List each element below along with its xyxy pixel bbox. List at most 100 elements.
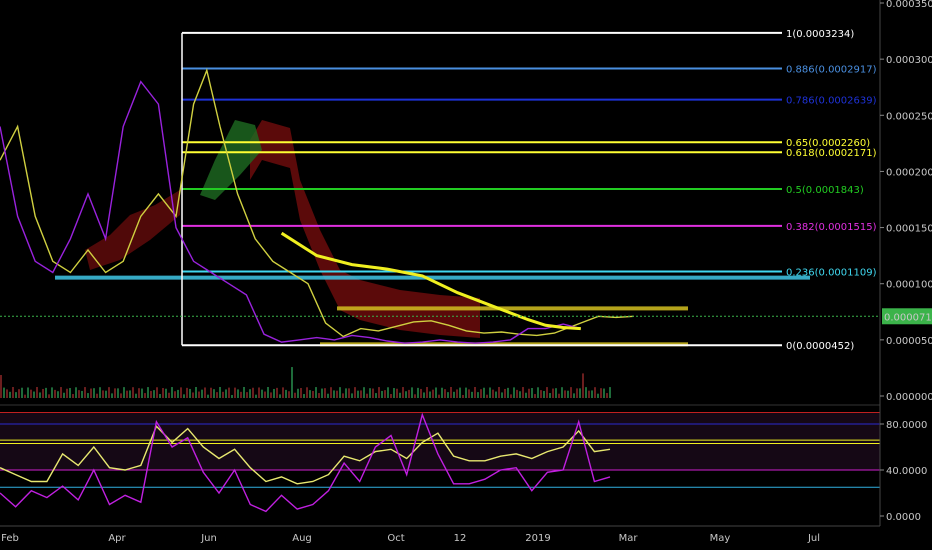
volume-bar: [297, 388, 299, 398]
volume-bar: [402, 387, 404, 398]
volume-bar: [597, 393, 599, 398]
volume-bar: [237, 389, 239, 398]
volume-bar: [309, 390, 311, 398]
volume-bar: [531, 388, 533, 398]
volume-bar: [15, 392, 17, 398]
volume-bar: [459, 387, 461, 398]
volume-bar: [228, 387, 230, 398]
volume-bar: [552, 388, 554, 398]
fib-label-2: 0.786(0.0002639): [786, 96, 877, 107]
volume-bar: [54, 389, 56, 398]
time-tick-label: 12: [454, 533, 467, 544]
volume-bar: [129, 390, 131, 398]
volume-bar: [285, 389, 287, 398]
volume-bar: [537, 387, 539, 398]
volume-bar: [315, 387, 317, 398]
volume-bar: [555, 388, 557, 398]
volume-bar: [312, 390, 314, 398]
volume-bar: [90, 388, 92, 398]
volume-bar: [6, 389, 8, 398]
volume-bar: [453, 391, 455, 398]
volume-bar: [267, 387, 269, 398]
volume-bar: [393, 388, 395, 398]
volume-bar: [546, 387, 548, 398]
volume-bar: [321, 388, 323, 398]
price-tick-label: 0.0001000: [886, 280, 932, 291]
volume-bar: [45, 387, 47, 398]
volume-bar: [363, 387, 365, 398]
volume-bar: [495, 391, 497, 398]
volume-bar: [570, 387, 572, 398]
osc-tick-label: 80.0000: [886, 420, 927, 431]
volume-bar: [381, 390, 383, 398]
volume-bar: [417, 387, 419, 398]
volume-bar: [456, 389, 458, 398]
volume-bar: [318, 393, 320, 398]
volume-bar: [471, 391, 473, 398]
volume-bar: [543, 390, 545, 398]
volume-bar: [243, 387, 245, 398]
volume-bar: [240, 391, 242, 398]
volume-bar: [69, 388, 71, 398]
volume-bar: [249, 389, 251, 398]
volume-bar: [213, 389, 215, 398]
price-tick-label: 0.0002000: [886, 167, 932, 178]
volume-bar: [510, 394, 512, 398]
volume-bar: [159, 394, 161, 398]
zone-0: [55, 275, 810, 280]
volume-bar: [27, 387, 29, 398]
volume-bar: [492, 389, 494, 398]
volume-bar: [264, 391, 266, 398]
volume-bar: [132, 387, 134, 398]
volume-bar: [30, 389, 32, 398]
volume-bar: [276, 387, 278, 398]
volume-bar: [114, 388, 116, 398]
volume-bar: [63, 392, 65, 398]
volume-bar: [195, 387, 197, 398]
volume-bar: [216, 392, 218, 398]
volume-bar: [444, 389, 446, 398]
volume-bar: [273, 388, 275, 398]
volume-bar: [48, 394, 50, 398]
volume-bar: [303, 394, 305, 398]
volume-bar: [357, 390, 359, 398]
volume-bar: [372, 388, 374, 398]
volume-bar: [282, 387, 284, 398]
volume-bar: [258, 387, 260, 398]
volume-bar: [102, 390, 104, 398]
volume-bar: [204, 387, 206, 398]
volume-bar: [87, 393, 89, 398]
time-tick-label: Aug: [292, 533, 312, 544]
volume-bar: [483, 387, 485, 398]
volume-bar: [408, 389, 410, 398]
volume-bar: [354, 387, 356, 398]
volume-bar: [186, 387, 188, 398]
time-tick-label: May: [710, 533, 731, 544]
fib-label-0: 1(0.0003234): [786, 29, 854, 40]
volume-bar: [513, 387, 515, 398]
volume-bar: [360, 390, 362, 398]
zone-1: [337, 306, 688, 311]
volume-bar: [294, 392, 296, 398]
volume-bar: [330, 387, 332, 398]
time-tick-label: Oct: [387, 533, 404, 544]
volume-bar: [66, 388, 68, 398]
volume-bar: [156, 387, 158, 398]
volume-bar: [183, 394, 185, 398]
volume-bar: [135, 393, 137, 398]
volume-bar: [462, 394, 464, 398]
volume-bar: [231, 394, 233, 398]
volume-bar: [600, 388, 602, 398]
volume-bar: [33, 391, 35, 398]
volume-bar: [3, 387, 5, 398]
volume-bar: [573, 393, 575, 398]
time-tick-label: Feb: [1, 533, 19, 544]
volume-bar: [486, 394, 488, 398]
volume-bar: [333, 390, 335, 398]
volume-bar: [441, 387, 443, 398]
fib-label-5: 0.5(0.0001843): [786, 185, 864, 196]
volume-bar: [171, 387, 173, 398]
volume-bar: [255, 394, 257, 398]
volume-bar: [414, 394, 416, 398]
volume-bar: [9, 391, 11, 398]
